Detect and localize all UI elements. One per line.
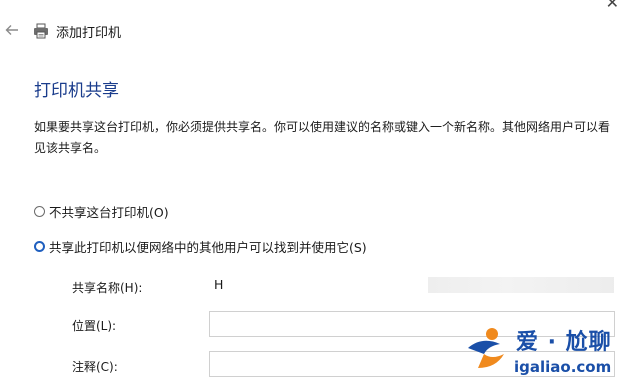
- radio-icon[interactable]: [34, 206, 45, 217]
- share-name-label: 共享名称(H):: [72, 281, 143, 295]
- location-label: 位置(L):: [72, 319, 117, 333]
- share-name-input[interactable]: H 6: [209, 272, 615, 298]
- title-bar: 添加打印机: [0, 18, 625, 46]
- radio-label-do-not-share: 不共享这台打印机(O): [49, 205, 169, 220]
- close-icon[interactable]: ✕: [606, 0, 619, 11]
- radio-do-not-share[interactable]: 不共享这台打印机(O): [34, 202, 169, 221]
- window-title: 添加打印机: [56, 26, 122, 41]
- redacted-area: [428, 277, 614, 293]
- watermark-url: igaliao.com: [514, 358, 612, 376]
- description-text: 如果要共享这台打印机，你必须提供共享名。你可以使用建议的名称或键入一个新名称。其…: [34, 120, 611, 155]
- share-name-value-prefix: H: [214, 277, 224, 292]
- back-arrow-icon[interactable]: [4, 22, 20, 38]
- radio-share-printer[interactable]: 共享此打印机以便网络中的其他用户可以找到并使用它(S): [34, 237, 367, 256]
- radio-icon[interactable]: [34, 241, 45, 252]
- radio-label-share-printer: 共享此打印机以便网络中的其他用户可以找到并使用它(S): [49, 240, 367, 255]
- watermark: 爱 · 尬聊 igaliao.com: [462, 322, 622, 386]
- watermark-logo-icon: [468, 328, 504, 368]
- page-title: 打印机共享: [34, 81, 119, 101]
- comment-label: 注释(C):: [72, 360, 118, 374]
- printer-icon: [34, 23, 48, 39]
- watermark-text: 爱 · 尬聊: [516, 330, 612, 355]
